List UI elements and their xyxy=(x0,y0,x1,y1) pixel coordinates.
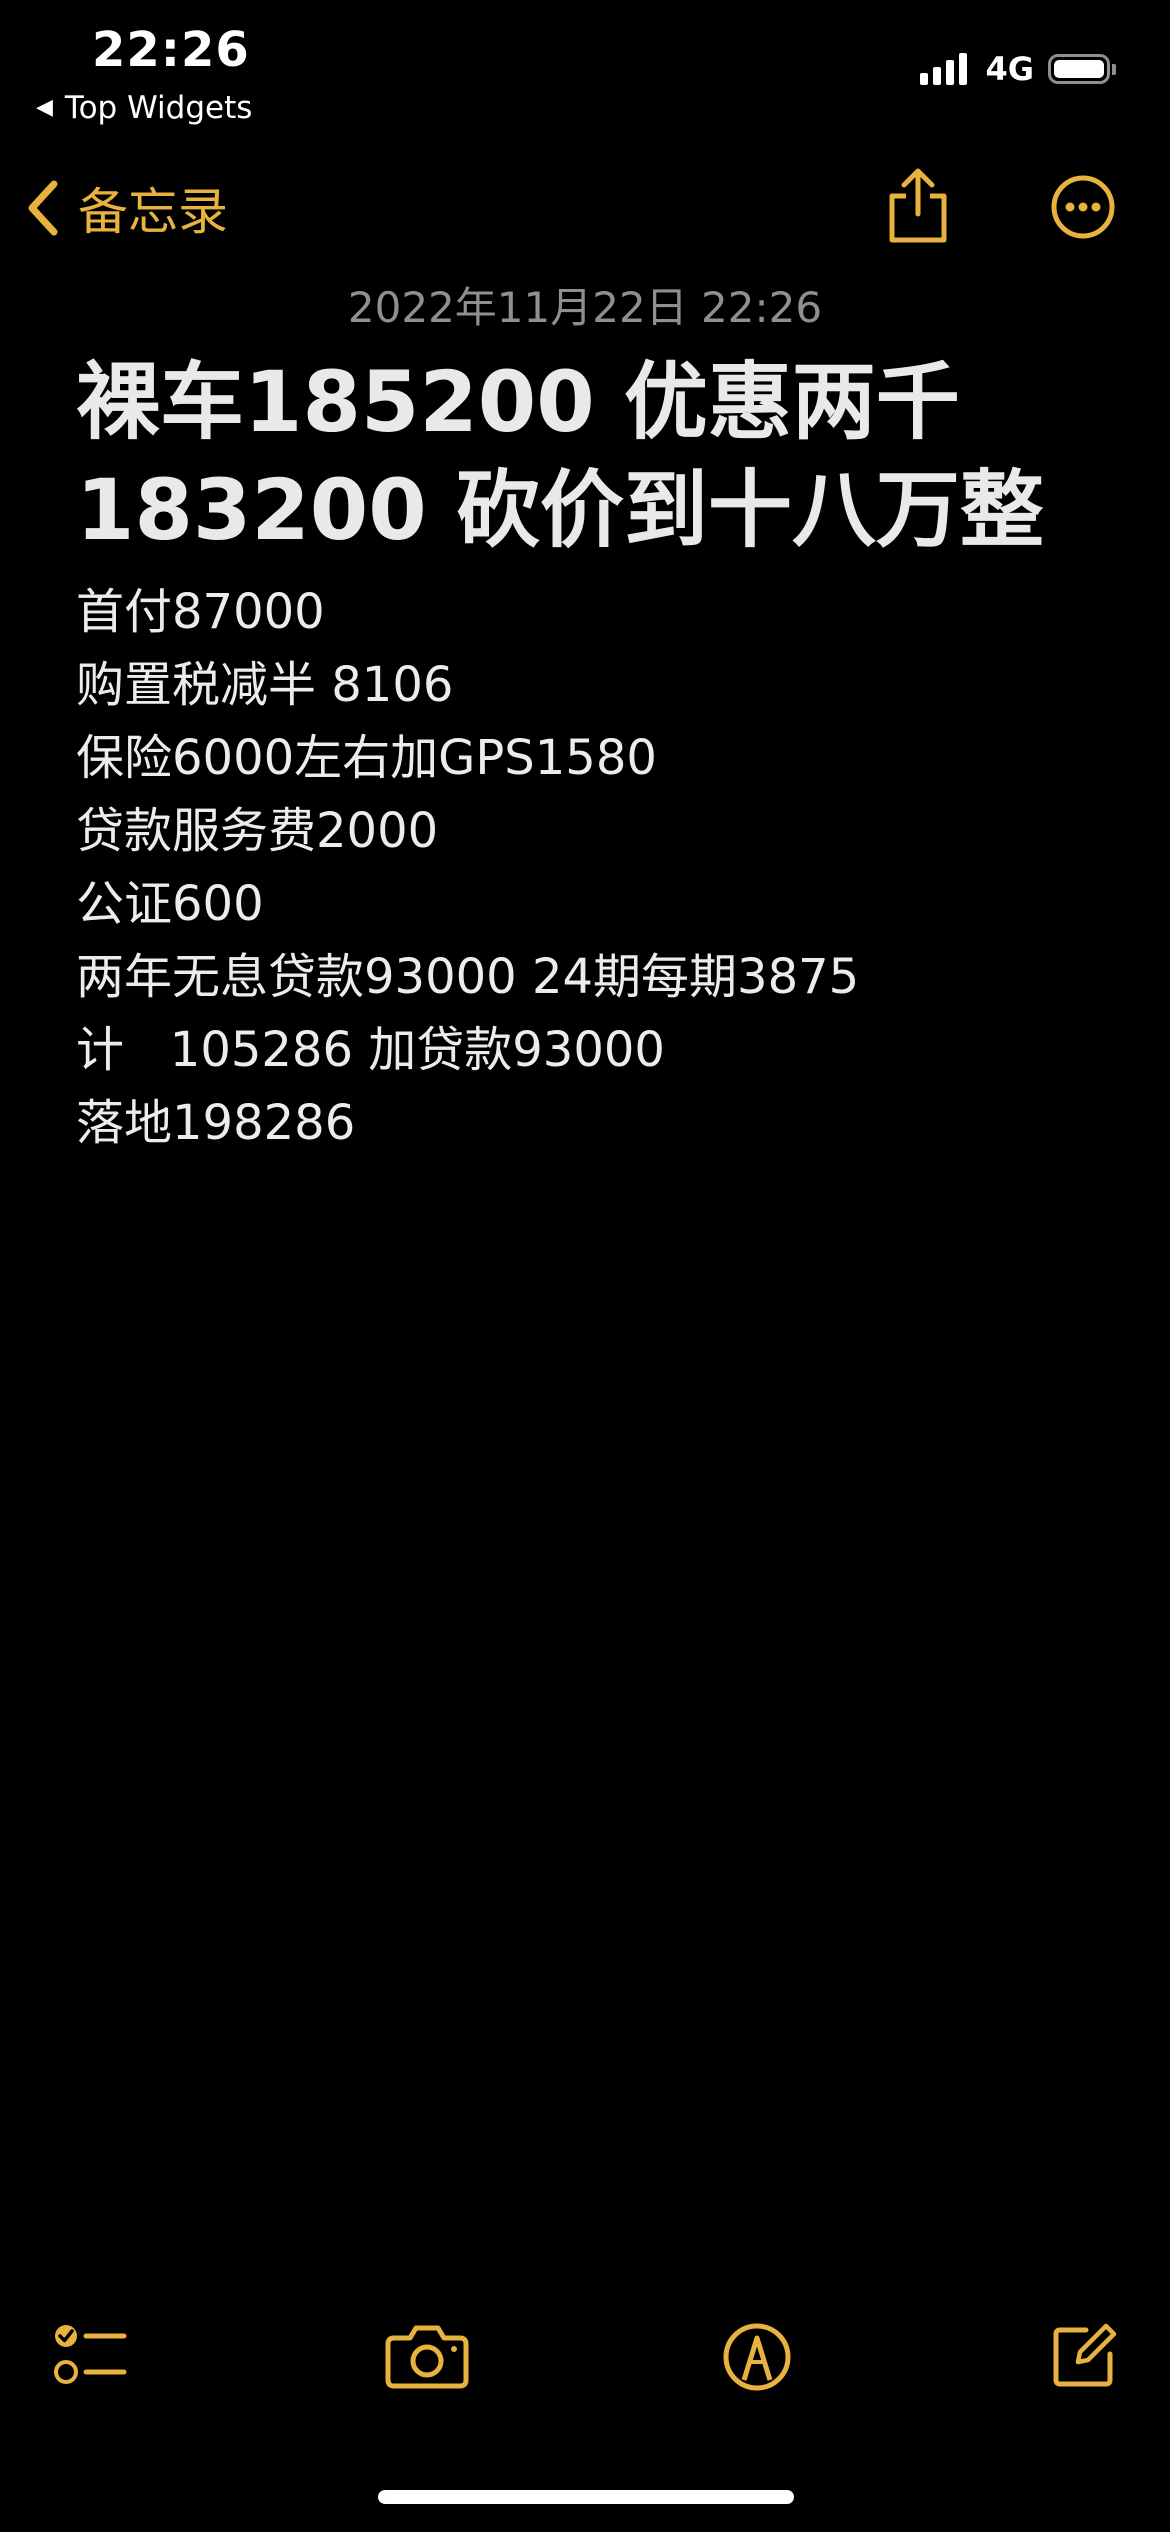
note-title-line: 裸车185200 优惠两千 xyxy=(76,353,960,451)
back-triangle-icon: ◀ xyxy=(36,95,53,120)
compose-icon xyxy=(1053,2323,1117,2387)
share-button[interactable] xyxy=(884,166,952,248)
network-type: 4G xyxy=(985,50,1034,88)
cellular-signal-icon xyxy=(920,53,968,85)
note-line: 贷款服务费2000 xyxy=(76,803,439,859)
note-line: 首付87000 xyxy=(76,584,325,640)
note-date: 2022年11月22日 22:26 xyxy=(347,283,823,332)
markup-button[interactable] xyxy=(722,2322,792,2396)
checklist-icon xyxy=(54,2325,127,2384)
checklist-button[interactable] xyxy=(52,2322,128,2392)
note-title[interactable]: 裸车185200 优惠两千 183200 砍价到十八万整 xyxy=(76,348,1116,564)
battery-icon xyxy=(1048,54,1116,84)
note-line: 两年无息贷款93000 24期每期3875 xyxy=(76,949,860,1005)
status-time: 22:26 xyxy=(92,22,250,78)
note-line: 保险6000左右加GPS1580 xyxy=(76,730,657,786)
camera-icon xyxy=(385,2325,469,2389)
more-icon xyxy=(1051,175,1115,239)
back-label: 备忘录 xyxy=(78,183,228,241)
note-title-line: 183200 砍价到十八万整 xyxy=(76,461,1044,559)
note-line: 公证600 xyxy=(76,876,264,932)
more-button[interactable] xyxy=(1050,174,1116,244)
camera-button[interactable] xyxy=(384,2322,470,2394)
home-indicator[interactable] xyxy=(378,2490,794,2504)
note-body[interactable]: 首付87000 购置税减半 8106 保险6000左右加GPS1580 贷款服务… xyxy=(76,576,1136,1160)
compose-button[interactable] xyxy=(1050,2322,1118,2394)
note-line: 计 105286 加贷款93000 xyxy=(76,1022,665,1078)
chevron-left-icon xyxy=(28,180,58,236)
status-indicators: 4G xyxy=(920,50,1116,88)
back-to-app-button[interactable]: ◀ Top Widgets xyxy=(36,90,252,126)
note-line: 购置税减半 8106 xyxy=(76,657,454,713)
back-to-notes-button[interactable]: 备忘录 xyxy=(26,172,228,244)
markup-icon xyxy=(723,2323,791,2391)
share-icon xyxy=(889,168,947,243)
note-line: 落地198286 xyxy=(76,1095,356,1151)
back-app-label: Top Widgets xyxy=(64,90,253,126)
